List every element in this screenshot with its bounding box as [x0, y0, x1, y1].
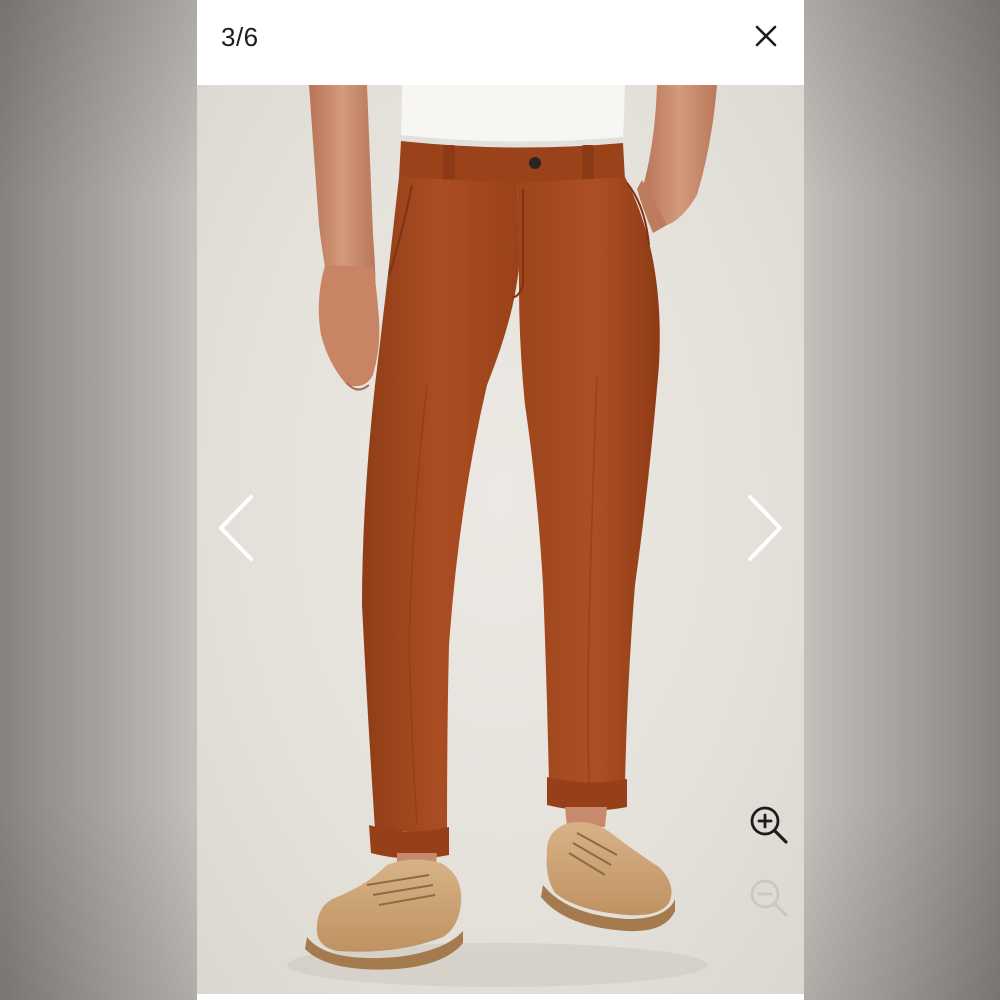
product-image [287, 85, 717, 987]
backdrop-left [0, 0, 197, 1000]
image-viewer-overlay: 3/6 [0, 0, 1000, 1000]
viewer-footer [197, 994, 804, 1000]
chevron-left-icon [219, 495, 253, 561]
image-counter: 3/6 [221, 22, 259, 52]
backdrop-right [804, 0, 1000, 1000]
viewer-header: 3/6 [197, 0, 804, 85]
close-button[interactable] [750, 20, 782, 52]
image-viewer: 3/6 [197, 0, 804, 1000]
zoom-out-icon [750, 879, 788, 917]
next-image-button[interactable] [742, 493, 786, 563]
previous-image-button[interactable] [215, 493, 259, 563]
zoom-in-button[interactable] [748, 804, 790, 846]
product-photo [197, 85, 804, 994]
zoom-in-icon [750, 806, 788, 844]
chevron-right-icon [748, 495, 782, 561]
zoom-out-button[interactable] [748, 877, 790, 919]
close-icon [755, 25, 777, 47]
